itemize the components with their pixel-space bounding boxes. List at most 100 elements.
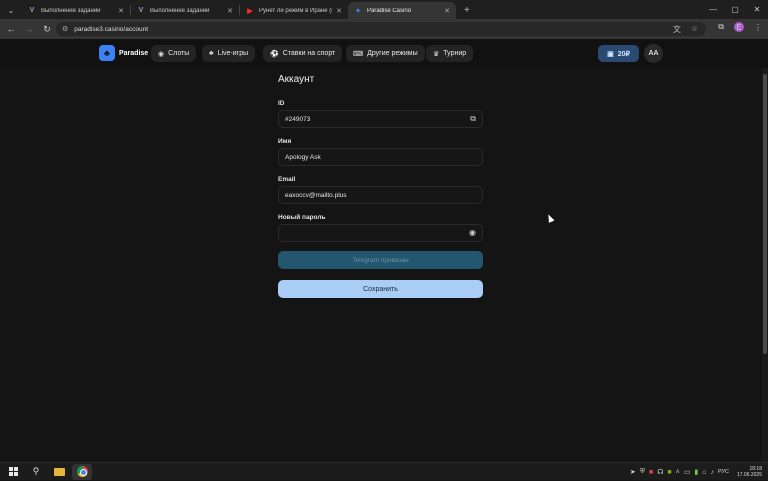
language-indicator[interactable]: РУС (718, 469, 729, 475)
nav-label: Другие режимы (367, 50, 418, 57)
email-value: eaxoccv@mailto.plus (285, 191, 347, 199)
extensions-icon[interactable]: ⧉ (718, 22, 724, 32)
tab-close-icon[interactable]: ✕ (444, 7, 450, 15)
tab-search-menu-icon[interactable]: ⌄ (4, 3, 18, 17)
user-avatar[interactable]: AA (644, 44, 663, 63)
name-label: Имя (278, 138, 292, 145)
site-logo[interactable]: ♣ Paradise (99, 45, 148, 61)
red-app-tray-icon[interactable]: ■ (649, 469, 653, 476)
browser-tab-strip: ⌄ V Выполнение заданий ✕ V Выполнение за… (0, 0, 768, 19)
folder-icon (53, 467, 65, 476)
maximize-icon[interactable]: ▢ (724, 5, 746, 14)
nav-tournament[interactable]: ♛ Турнир (426, 45, 474, 62)
id-value: #249073 (285, 115, 311, 123)
nav-label: Турнир (443, 50, 467, 57)
url-text: paradise3.casino/account (74, 25, 148, 33)
copy-icon[interactable]: ⧉ (470, 114, 476, 124)
trophy-icon: ♛ (433, 50, 440, 58)
eye-icon[interactable]: ◉ (469, 228, 476, 237)
youtube-favicon-icon: ▶ (247, 7, 253, 15)
close-window-icon[interactable]: ✕ (746, 5, 768, 14)
email-label: Email (278, 176, 296, 183)
system-tray: ➤ ⛨ ■ ☊ ■ ˄ ▭ ▮ ⌂ ♪ РУС 18:18 17.06.2025 (630, 463, 762, 481)
scrollbar-thumb[interactable] (763, 74, 767, 354)
id-field: #249073 ⧉ (278, 110, 483, 128)
name-input[interactable]: Apology Ask (278, 148, 483, 166)
tab-close-icon[interactable]: ✕ (336, 7, 342, 15)
chevron-up-icon[interactable]: ˄ (676, 469, 680, 476)
tab-title: Рунет ли режим в Иране (Em (259, 7, 332, 14)
browser-tab-3[interactable]: ▶ Рунет ли режим в Иране (Em ✕ (240, 2, 348, 19)
profile-avatar[interactable]: E (734, 22, 744, 32)
new-password-label: Новый пароль (278, 214, 326, 221)
bookmark-star-icon[interactable]: ☆ (691, 24, 698, 35)
id-label: ID (278, 100, 285, 107)
back-arrow-icon[interactable]: ← (4, 24, 18, 34)
page-title: Аккаунт (278, 74, 315, 85)
browser-tab-1[interactable]: V Выполнение заданий ✕ (22, 2, 130, 19)
windows-taskbar: ⚲ ➤ ⛨ ■ ☊ ■ ˄ ▭ ▮ ⌂ ♪ РУС 18:18 17.06.20… (0, 462, 768, 480)
reload-icon[interactable]: ↻ (40, 24, 54, 35)
address-bar[interactable]: ⚙ paradise3.casino/account 文 ☆ (56, 22, 706, 36)
balance-amount: 20₽ (617, 50, 630, 58)
page-scrollbar[interactable] (762, 68, 768, 462)
name-value: Apology Ask (285, 153, 321, 161)
wallet-icon: ▣ (607, 50, 614, 58)
site-info-icon[interactable]: ⚙ (62, 25, 68, 33)
file-explorer-button[interactable] (49, 464, 69, 480)
email-input[interactable]: eaxoccv@mailto.plus (278, 186, 483, 204)
nav-live-games[interactable]: ♣ Live-игры (202, 45, 256, 62)
browser-tab-2[interactable]: V Выполнение заданий ✕ (131, 2, 239, 19)
nav-label: Слоты (168, 50, 190, 57)
display-tray-icon[interactable]: ▭ (684, 468, 691, 476)
battery-tray-icon[interactable]: ▮ (694, 468, 698, 476)
nav-sports-betting[interactable]: ⚽ Ставки на спорт (263, 45, 343, 62)
tab-close-icon[interactable]: ✕ (227, 7, 233, 15)
translate-icon[interactable]: 文 (673, 24, 681, 35)
search-icon[interactable]: ⚲ (26, 464, 46, 480)
minimize-icon[interactable]: — (702, 5, 724, 14)
mouse-cursor-icon (545, 213, 555, 223)
save-button[interactable]: Сохранить (278, 280, 483, 298)
clock-date: 17.06.2025 (736, 472, 762, 478)
logo-text: Paradise (119, 49, 149, 57)
chrome-icon (76, 466, 88, 477)
browser-menu-icon[interactable]: ⋮ (754, 23, 762, 32)
new-tab-plus-icon[interactable]: + (464, 5, 470, 16)
site-header: ♣ Paradise ◉ Слоты ♣ Live-игры ⚽ Ставки … (0, 39, 768, 68)
telegram-tray-icon[interactable]: ➤ (630, 468, 636, 476)
headset-tray-icon[interactable]: ☊ (657, 468, 663, 476)
ball-icon: ⚽ (270, 50, 279, 58)
clock[interactable]: 18:18 17.06.2025 (737, 466, 762, 478)
tab-favicon-icon: V (138, 7, 144, 14)
club-icon: ♣ (209, 50, 214, 57)
controller-icon: ⌨ (353, 50, 364, 58)
chrome-taskbar-button[interactable] (72, 463, 92, 480)
new-password-input[interactable]: ◉ (278, 224, 483, 242)
shield-tray-icon[interactable]: ⛨ (640, 468, 645, 476)
palm-tree-icon: ♣ (99, 45, 115, 61)
balance-button[interactable]: ▣ 20₽ (598, 45, 639, 62)
gamepad-icon: ◉ (158, 50, 165, 58)
network-tray-icon[interactable]: ⌂ (702, 469, 706, 476)
tab-title: Выполнение заданий (41, 7, 101, 14)
forward-arrow-icon[interactable]: → (22, 24, 36, 34)
volume-icon[interactable]: ♪ (710, 469, 714, 476)
telegram-linked-button[interactable]: Telegram привязан (278, 251, 483, 269)
windows-logo-icon (8, 467, 18, 476)
nav-other-modes[interactable]: ⌨ Другие режимы (346, 45, 425, 62)
paradise-favicon-icon: ✦ (355, 7, 361, 15)
nav-label: Ставки на спорт (282, 50, 336, 57)
tab-favicon-icon: V (29, 7, 35, 14)
browser-tab-4-active[interactable]: ✦ Paradise Casino ✕ (348, 2, 456, 19)
start-button[interactable] (3, 464, 23, 480)
tab-title: Выполнение заданий (150, 7, 210, 14)
nvidia-tray-icon[interactable]: ■ (667, 469, 671, 476)
nav-slots[interactable]: ◉ Слоты (151, 45, 197, 62)
tab-title: Paradise Casino (367, 7, 412, 14)
account-form: Аккаунт ID #249073 ⧉ Имя Apology Ask Ema… (278, 72, 483, 242)
window-controls: — ▢ ✕ (702, 0, 768, 19)
tab-close-icon[interactable]: ✕ (118, 7, 124, 15)
nav-label: Live-игры (217, 50, 249, 57)
browser-toolbar: ← → ↻ ⚙ paradise3.casino/account 文 ☆ ⧉ E… (0, 19, 768, 39)
